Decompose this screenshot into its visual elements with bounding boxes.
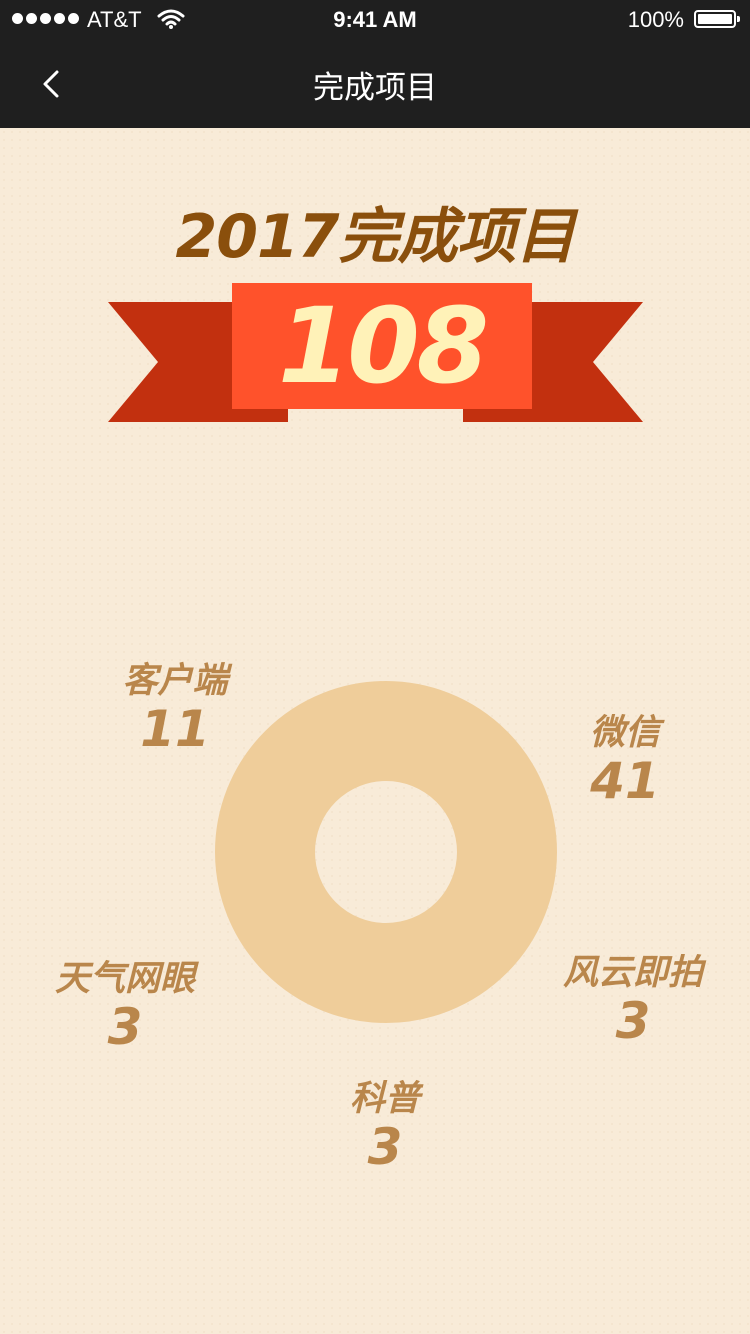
category-name: 客户端 (122, 661, 228, 701)
category-weather-eye: 天气网眼 3 (40, 958, 210, 1054)
category-value: 41 (590, 752, 660, 810)
status-bar: AT&T 9:41 AM 100% (0, 0, 750, 40)
category-fengyun-snap: 风云即拍 3 (548, 952, 718, 1048)
category-value: 3 (107, 998, 143, 1056)
page-title: 完成项目 (313, 70, 437, 106)
category-value: 3 (615, 992, 651, 1050)
category-client: 客户端 11 (110, 660, 240, 756)
category-name: 科普 (349, 1079, 420, 1119)
battery-icon (694, 10, 740, 28)
category-name: 天气网眼 (54, 959, 195, 999)
category-science: 科普 3 (320, 1078, 450, 1174)
category-value: 11 (140, 700, 210, 758)
category-name: 微信 (589, 713, 660, 753)
navigation-bar: 完成项目 (0, 40, 750, 128)
category-name: 风云即拍 (562, 953, 703, 993)
total-projects-number: 108 (277, 285, 489, 407)
donut-chart (215, 681, 557, 1023)
category-value: 3 (367, 1118, 403, 1176)
category-wechat: 微信 41 (570, 712, 680, 808)
headline: 2017完成项目 (175, 202, 576, 272)
battery-percentage: 100% (627, 7, 684, 32)
